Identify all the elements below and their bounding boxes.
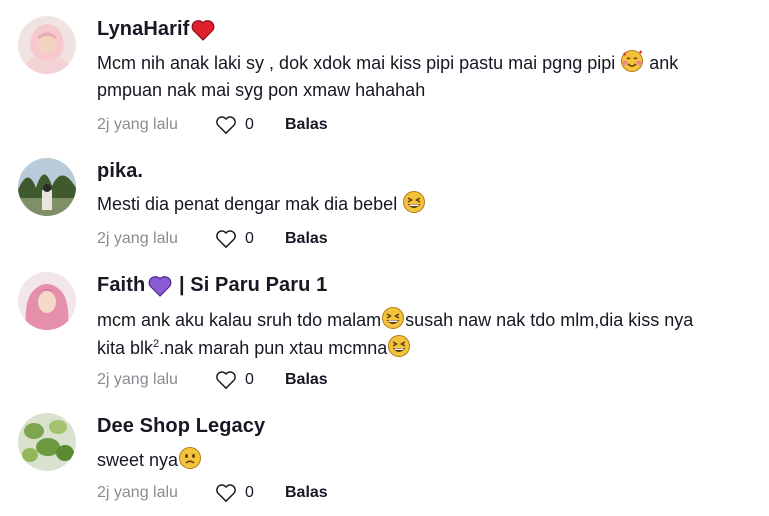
reply-button[interactable]: Balas	[285, 484, 328, 502]
avatar[interactable]	[18, 16, 76, 74]
purple-heart-icon	[148, 275, 172, 297]
comment-meta: 2j yang lalu 0 Balas	[97, 483, 328, 503]
grinning-squinting-face-icon	[382, 307, 405, 329]
username[interactable]: Faith | Si Paru Paru 1	[97, 274, 327, 297]
comment-meta: 2j yang lalu 0 Balas	[97, 229, 328, 249]
username[interactable]: Dee Shop Legacy	[97, 415, 265, 438]
comment-text: sweet nya	[97, 446, 757, 474]
username-text[interactable]: Dee Shop Legacy	[97, 415, 265, 438]
heart-outline-icon[interactable]	[215, 483, 237, 503]
timestamp: 2j yang lalu	[97, 371, 178, 388]
like-count: 0	[245, 484, 254, 501]
timestamp: 2j yang lalu	[97, 116, 178, 133]
username[interactable]: pika.	[97, 160, 143, 183]
like-count: 0	[245, 116, 254, 133]
avatar[interactable]	[18, 272, 76, 330]
reply-button[interactable]: Balas	[285, 371, 328, 389]
username-suffix[interactable]: | Si Paru Paru 1	[173, 274, 327, 297]
comment-meta: 2j yang lalu 0 Balas	[97, 370, 328, 390]
heart-outline-icon[interactable]	[215, 229, 237, 249]
comment-meta: 2j yang lalu 0 Balas	[97, 115, 328, 135]
heart-outline-icon[interactable]	[215, 370, 237, 390]
username-text[interactable]: pika.	[97, 160, 143, 183]
avatar[interactable]	[18, 158, 76, 216]
comment-text: Mesti dia penat dengar mak dia bebel	[97, 190, 757, 218]
grinning-squinting-face-icon	[388, 335, 411, 357]
like-count: 0	[245, 371, 254, 388]
heart-outline-icon[interactable]	[215, 115, 237, 135]
username[interactable]: LynaHarif	[97, 18, 215, 41]
username-text[interactable]: LynaHarif	[97, 18, 189, 41]
comment-text: Mcm nih anak laki sy , dok xdok mai kiss…	[97, 49, 757, 104]
smiling-face-with-hearts-icon	[621, 50, 644, 72]
timestamp: 2j yang lalu	[97, 484, 178, 501]
red-heart-icon	[192, 19, 215, 41]
username-text[interactable]: Faith	[97, 274, 145, 297]
reply-button[interactable]: Balas	[285, 116, 328, 134]
reply-button[interactable]: Balas	[285, 230, 328, 248]
slightly-frowning-face-icon	[179, 447, 202, 469]
timestamp: 2j yang lalu	[97, 230, 178, 247]
comment-text: mcm ank aku kalau sruh tdo malam susah n…	[97, 306, 757, 362]
grinning-squinting-face-icon	[403, 191, 426, 213]
avatar[interactable]	[18, 413, 76, 471]
like-count: 0	[245, 230, 254, 247]
